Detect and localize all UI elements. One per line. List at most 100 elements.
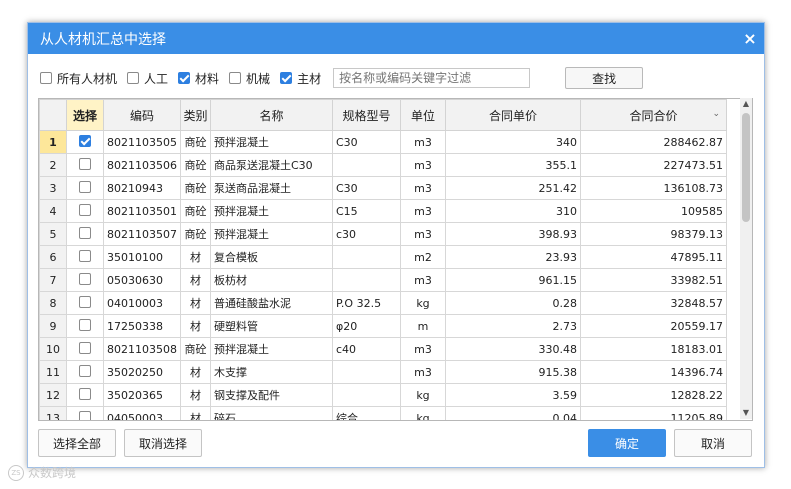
- checkbox[interactable]: [178, 72, 191, 84]
- cell-name: 预拌混凝土: [210, 130, 333, 154]
- row-checkbox[interactable]: [79, 341, 91, 354]
- col-total-price[interactable]: 合同合价 ⌄: [580, 99, 727, 131]
- row-number: 3: [39, 176, 67, 200]
- cell-total-price: 33982.51: [580, 268, 727, 292]
- row-checkbox[interactable]: [79, 180, 91, 193]
- row-checkbox-cell[interactable]: [66, 383, 104, 407]
- row-number: 12: [39, 383, 67, 407]
- cell-category: 商砼: [180, 176, 211, 200]
- row-checkbox-cell[interactable]: [66, 245, 104, 269]
- checkbox[interactable]: [229, 72, 242, 84]
- cell-name: 碎石: [210, 406, 333, 420]
- row-number: 4: [39, 199, 67, 223]
- row-checkbox-cell[interactable]: [66, 360, 104, 384]
- vertical-scrollbar[interactable]: ▲ ▼: [740, 98, 752, 419]
- ok-button[interactable]: 确定: [588, 429, 666, 457]
- cell-unit: m3: [400, 130, 446, 154]
- filter-all-resources[interactable]: 所有人材机: [40, 70, 117, 87]
- scroll-up-icon[interactable]: ▲: [740, 98, 752, 110]
- cell-unit: m: [400, 314, 446, 338]
- row-checkbox-cell[interactable]: [66, 176, 104, 200]
- filter-labor[interactable]: 人工: [127, 70, 168, 87]
- row-checkbox-cell[interactable]: [66, 291, 104, 315]
- table-row[interactable]: 8 04010003 材普通硅酸盐水泥 P.O 32.5 kg 0.28 32848.57: [39, 291, 727, 315]
- table-row[interactable]: 5 8021103507 商砼 预拌混凝土 c30 m3 398.93 98379.13: [39, 222, 727, 246]
- row-checkbox-cell[interactable]: [66, 337, 104, 361]
- col-spec[interactable]: 规格型号: [332, 99, 401, 131]
- row-checkbox-cell[interactable]: [66, 268, 104, 292]
- table-row[interactable]: 10 8021103508 商砼 预拌混凝土 c40 m3 330.48 18183.01: [39, 337, 727, 361]
- cancel-button[interactable]: 取消: [674, 429, 752, 457]
- row-checkbox[interactable]: [79, 318, 91, 331]
- search-input[interactable]: [333, 68, 531, 88]
- table-row[interactable]: 4 8021103501 商砼 预拌混凝土 C15 m3 310 109585: [39, 199, 727, 223]
- find-button[interactable]: 查找: [565, 67, 644, 89]
- cell-unit-price: 961.15: [445, 268, 581, 292]
- table-row[interactable]: 1 8021103505 商砼 预拌混凝土 C30 m3 340 288462.87: [39, 130, 727, 154]
- row-checkbox[interactable]: [79, 134, 91, 147]
- row-checkbox[interactable]: [79, 387, 91, 400]
- scroll-down-icon[interactable]: ▼: [740, 407, 752, 419]
- checkbox[interactable]: [280, 72, 293, 84]
- table-row[interactable]: 2 8021103506 商砼 商品泵送混凝土C30 m3 355.1 227473.51: [39, 153, 727, 177]
- row-checkbox[interactable]: [79, 295, 91, 308]
- cell-spec: φ20: [332, 314, 401, 338]
- cell-unit-price: 398.93: [445, 222, 581, 246]
- cell-unit: kg: [400, 406, 446, 420]
- cell-name: 预拌混凝土: [210, 199, 333, 223]
- col-unit-price[interactable]: 合同单价: [445, 99, 581, 131]
- row-checkbox-cell[interactable]: [66, 406, 104, 420]
- cell-code: 05030630: [103, 268, 181, 292]
- checkbox[interactable]: [40, 72, 52, 84]
- cell-unit: m3: [400, 176, 446, 200]
- table-row[interactable]: 7 05030630 材板枋材 m3 961.15 33982.51: [39, 268, 727, 292]
- row-checkbox[interactable]: [79, 364, 91, 377]
- cell-spec: 综合: [332, 406, 401, 420]
- cell-name: 泵送商品混凝土: [210, 176, 333, 200]
- watermark-logo-icon: ZS: [8, 464, 24, 481]
- filter-material[interactable]: 材料: [178, 70, 219, 87]
- row-checkbox[interactable]: [79, 203, 91, 216]
- row-checkbox[interactable]: [79, 410, 91, 420]
- col-name[interactable]: 名称: [210, 99, 333, 131]
- table-row[interactable]: 6 35010100 材复合模板 m2 23.93 47895.11: [39, 245, 727, 269]
- row-checkbox-cell[interactable]: [66, 222, 104, 246]
- cancel-selection-button[interactable]: 取消选择: [124, 429, 202, 457]
- dialog-title: 从人材机汇总中选择: [40, 31, 166, 48]
- cell-total-price: 11205.89: [580, 406, 727, 420]
- cell-category: 材: [180, 360, 211, 384]
- cell-unit: m3: [400, 153, 446, 177]
- table-row[interactable]: 3 80210943 商砼 泵送商品混凝土 C30 m3 251.42 136108.73: [39, 176, 727, 200]
- row-number: 13: [39, 406, 67, 420]
- filter-machinery[interactable]: 机械: [229, 70, 270, 87]
- cell-code: 04010003: [103, 291, 181, 315]
- row-checkbox[interactable]: [79, 249, 91, 262]
- col-category[interactable]: 类别: [180, 99, 211, 131]
- table-row[interactable]: 13 04050003 材碎石 综合 kg 0.04 11205.89: [39, 406, 727, 420]
- table-row[interactable]: 12 35020365 材钢支撑及配件 kg 3.59 12828.22: [39, 383, 727, 407]
- filter-main-material[interactable]: 主材: [280, 70, 321, 87]
- select-all-button[interactable]: 选择全部: [38, 429, 116, 457]
- close-icon[interactable]: ×: [736, 29, 764, 48]
- cell-name: 板枋材: [210, 268, 333, 292]
- row-checkbox-cell[interactable]: [66, 199, 104, 223]
- cell-total-price: 14396.74: [580, 360, 727, 384]
- row-number: 2: [39, 153, 67, 177]
- row-checkbox-cell[interactable]: [66, 130, 104, 154]
- row-checkbox[interactable]: [79, 157, 91, 170]
- row-checkbox-cell[interactable]: [66, 153, 104, 177]
- col-select[interactable]: 选择: [66, 99, 104, 131]
- row-number: 9: [39, 314, 67, 338]
- col-code[interactable]: 编码: [103, 99, 181, 131]
- table-row[interactable]: 11 35020250 材木支撑 m3 915.38 14396.74: [39, 360, 727, 384]
- row-checkbox-cell[interactable]: [66, 314, 104, 338]
- col-unit[interactable]: 单位: [400, 99, 446, 131]
- row-number: 10: [39, 337, 67, 361]
- cell-unit-price: 310: [445, 199, 581, 223]
- checkbox[interactable]: [127, 72, 140, 84]
- scroll-thumb[interactable]: [742, 113, 750, 222]
- cell-unit-price: 915.38: [445, 360, 581, 384]
- row-checkbox[interactable]: [79, 226, 91, 239]
- row-checkbox[interactable]: [79, 272, 91, 285]
- table-row[interactable]: 9 17250338 材硬塑料管 φ20 m 2.73 20559.17: [39, 314, 727, 338]
